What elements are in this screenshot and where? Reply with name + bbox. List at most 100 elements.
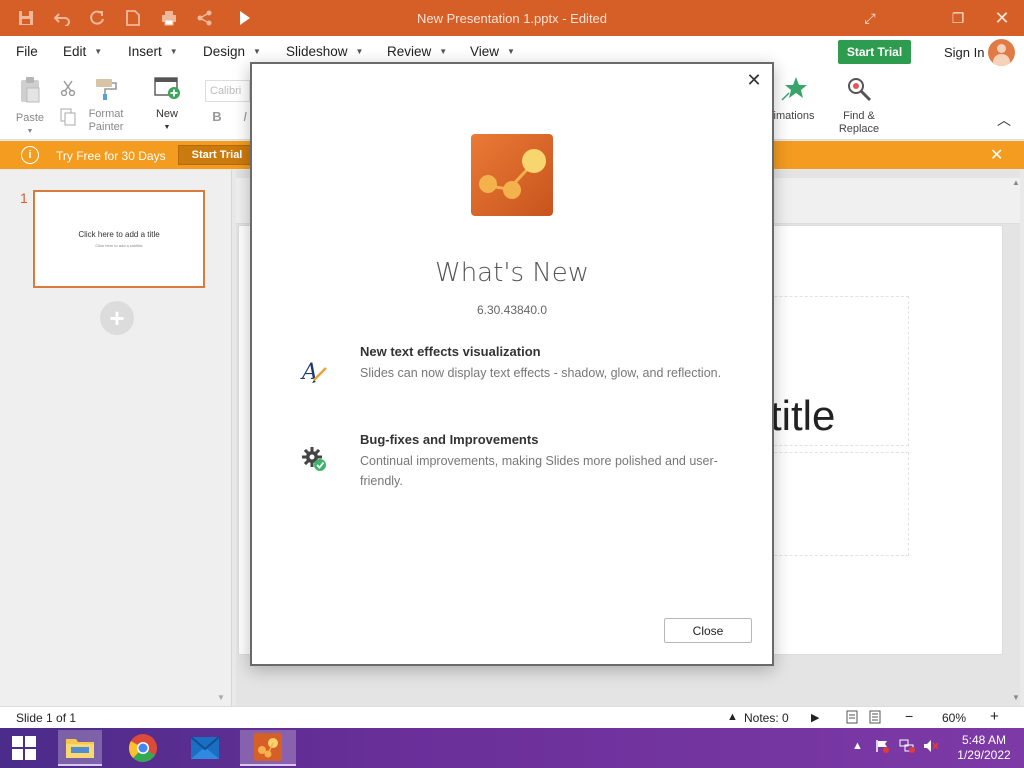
menu-design[interactable]: Design ▼ xyxy=(203,44,261,59)
whats-new-dialog: ✕ What's New 6.30.43840.0 A New text eff… xyxy=(250,62,774,666)
menu-label: File xyxy=(16,44,38,59)
animations-label: imations xyxy=(773,110,815,122)
chevron-down-icon: ▼ xyxy=(26,128,34,135)
action-center-flag-icon[interactable] xyxy=(875,739,889,756)
play-icon[interactable]: ▶ xyxy=(811,711,819,724)
animations-button[interactable]: imations xyxy=(772,76,816,123)
close-banner-icon[interactable]: ✕ xyxy=(990,145,1003,165)
feature-title: Bug-fixes and Improvements xyxy=(360,432,539,447)
slide-thumbnail[interactable]: Click here to add a title Click here to … xyxy=(33,190,205,288)
chevron-down-icon: ▼ xyxy=(169,47,178,56)
file-explorer-icon[interactable] xyxy=(58,730,102,766)
slide-count: Slide 1 of 1 xyxy=(16,711,77,725)
new-slide-button[interactable]: New ▼ xyxy=(148,76,186,134)
feature-bug-fixes: Bug-fixes and Improvements Continual imp… xyxy=(360,432,730,491)
banner-start-trial-button[interactable]: Start Trial xyxy=(178,145,256,165)
title-placeholder-text: title xyxy=(770,392,836,439)
share-icon[interactable] xyxy=(195,8,215,28)
font-name-input[interactable]: Calibri xyxy=(205,80,250,102)
notes-count[interactable]: Notes: 0 xyxy=(744,711,789,725)
scroll-down-icon[interactable]: ▼ xyxy=(217,693,225,702)
fullscreen-icon[interactable]: ⤢ xyxy=(855,6,885,30)
find-replace-button[interactable]: Find & Replace xyxy=(834,76,884,136)
tray-expand-icon[interactable]: ▲ xyxy=(852,740,863,752)
mail-app-icon[interactable] xyxy=(183,730,227,766)
menu-label: Insert xyxy=(128,44,162,59)
restore-icon[interactable]: ❐ xyxy=(943,6,973,30)
bold-button[interactable]: B xyxy=(210,110,224,123)
version-number: 6.30.43840.0 xyxy=(476,303,548,317)
menu-file[interactable]: File xyxy=(16,44,38,59)
zoom-in-button[interactable]: + xyxy=(990,708,999,725)
find-replace-label: Replace xyxy=(838,123,880,135)
save-icon[interactable] xyxy=(16,8,36,28)
chevron-down-icon: ▼ xyxy=(439,47,448,56)
menu-slideshow[interactable]: Slideshow ▼ xyxy=(286,44,363,59)
undo-icon[interactable] xyxy=(52,8,72,28)
clock-time: 5:48 AM xyxy=(961,733,1007,747)
add-slide-button[interactable]: + xyxy=(100,301,134,335)
zoom-out-button[interactable]: − xyxy=(905,708,913,724)
close-button[interactable]: Close xyxy=(664,618,752,643)
collapse-ribbon-icon[interactable]: ︿ xyxy=(996,113,1012,127)
outline-view-icon[interactable] xyxy=(869,710,881,727)
paste-button[interactable]: Paste ▼ xyxy=(12,76,48,138)
format-painter-label: Format xyxy=(88,108,124,120)
menu-label: View xyxy=(470,44,500,59)
notes-toggle-icon[interactable]: ▲ xyxy=(727,711,738,723)
slides-panel: 1 Click here to add a title Click here t… xyxy=(0,170,232,706)
gear-check-icon xyxy=(300,444,330,474)
slide-number: 1 xyxy=(20,190,28,206)
info-icon: i xyxy=(21,146,39,164)
normal-view-icon[interactable] xyxy=(846,710,858,727)
menu-label: Design xyxy=(203,44,246,59)
print-icon[interactable] xyxy=(159,8,179,28)
title-bar: New Presentation 1.pptx - Edited ⤢ ❐ ✕ xyxy=(0,0,1024,36)
format-painter-button[interactable]: Format Painter xyxy=(86,76,126,134)
clock-date: 1/29/2022 xyxy=(957,748,1011,762)
paste-label: Paste xyxy=(15,112,45,124)
customize-icon[interactable] xyxy=(235,8,255,28)
system-clock[interactable]: 5:48 AM 1/29/2022 xyxy=(954,733,1014,763)
network-icon[interactable] xyxy=(899,739,915,756)
new-document-icon[interactable] xyxy=(123,8,143,28)
feature-description: Slides can now display text effects - sh… xyxy=(360,366,722,380)
menu-insert[interactable]: Insert ▼ xyxy=(128,44,178,59)
feature-description: Continual improvements, making Slides mo… xyxy=(360,454,718,488)
feature-title: New text effects visualization xyxy=(360,344,541,359)
menu-view[interactable]: View ▼ xyxy=(470,44,515,59)
menu-edit[interactable]: Edit ▼ xyxy=(63,44,102,59)
chevron-down-icon: ▼ xyxy=(94,47,103,56)
avatar[interactable] xyxy=(988,39,1015,66)
text-effects-icon: A xyxy=(300,356,330,386)
copy-icon[interactable] xyxy=(58,108,78,130)
scroll-up-icon[interactable]: ▲ xyxy=(1012,178,1020,187)
app-logo xyxy=(471,134,553,216)
trial-banner-text: Try Free for 30 Days xyxy=(56,149,166,163)
redo-icon[interactable] xyxy=(87,8,107,28)
new-label: New xyxy=(155,108,178,120)
slides-app-icon[interactable] xyxy=(240,730,296,766)
chrome-icon[interactable] xyxy=(121,730,165,766)
volume-muted-icon[interactable] xyxy=(923,739,939,756)
window-close-icon[interactable]: ✕ xyxy=(987,6,1017,30)
zoom-level[interactable]: 60% xyxy=(942,711,966,725)
dialog-close-icon[interactable]: ✕ xyxy=(744,70,764,90)
italic-button[interactable]: I xyxy=(240,110,250,123)
status-bar: Slide 1 of 1 ▲ Notes: 0 ▶ − 60% + xyxy=(0,706,1024,728)
paste-icon xyxy=(21,77,40,103)
taskbar: ▲ 5:48 AM 1/29/2022 xyxy=(0,728,1024,768)
sign-in-link[interactable]: Sign In xyxy=(944,45,984,60)
start-trial-button[interactable]: Start Trial xyxy=(838,40,911,64)
windows-start-icon[interactable] xyxy=(2,730,46,766)
chevron-down-icon: ▼ xyxy=(355,47,364,56)
thumb-title: Click here to add a title xyxy=(78,230,160,239)
scroll-down-icon[interactable]: ▼ xyxy=(1012,693,1020,702)
menu-review[interactable]: Review ▼ xyxy=(387,44,447,59)
chevron-down-icon: ▼ xyxy=(253,47,261,56)
find-replace-label: Find & xyxy=(843,110,875,122)
cut-icon[interactable] xyxy=(58,80,78,100)
find-replace-icon xyxy=(848,78,872,102)
chevron-down-icon: ▼ xyxy=(507,47,515,56)
chevron-down-icon: ▼ xyxy=(163,124,171,131)
